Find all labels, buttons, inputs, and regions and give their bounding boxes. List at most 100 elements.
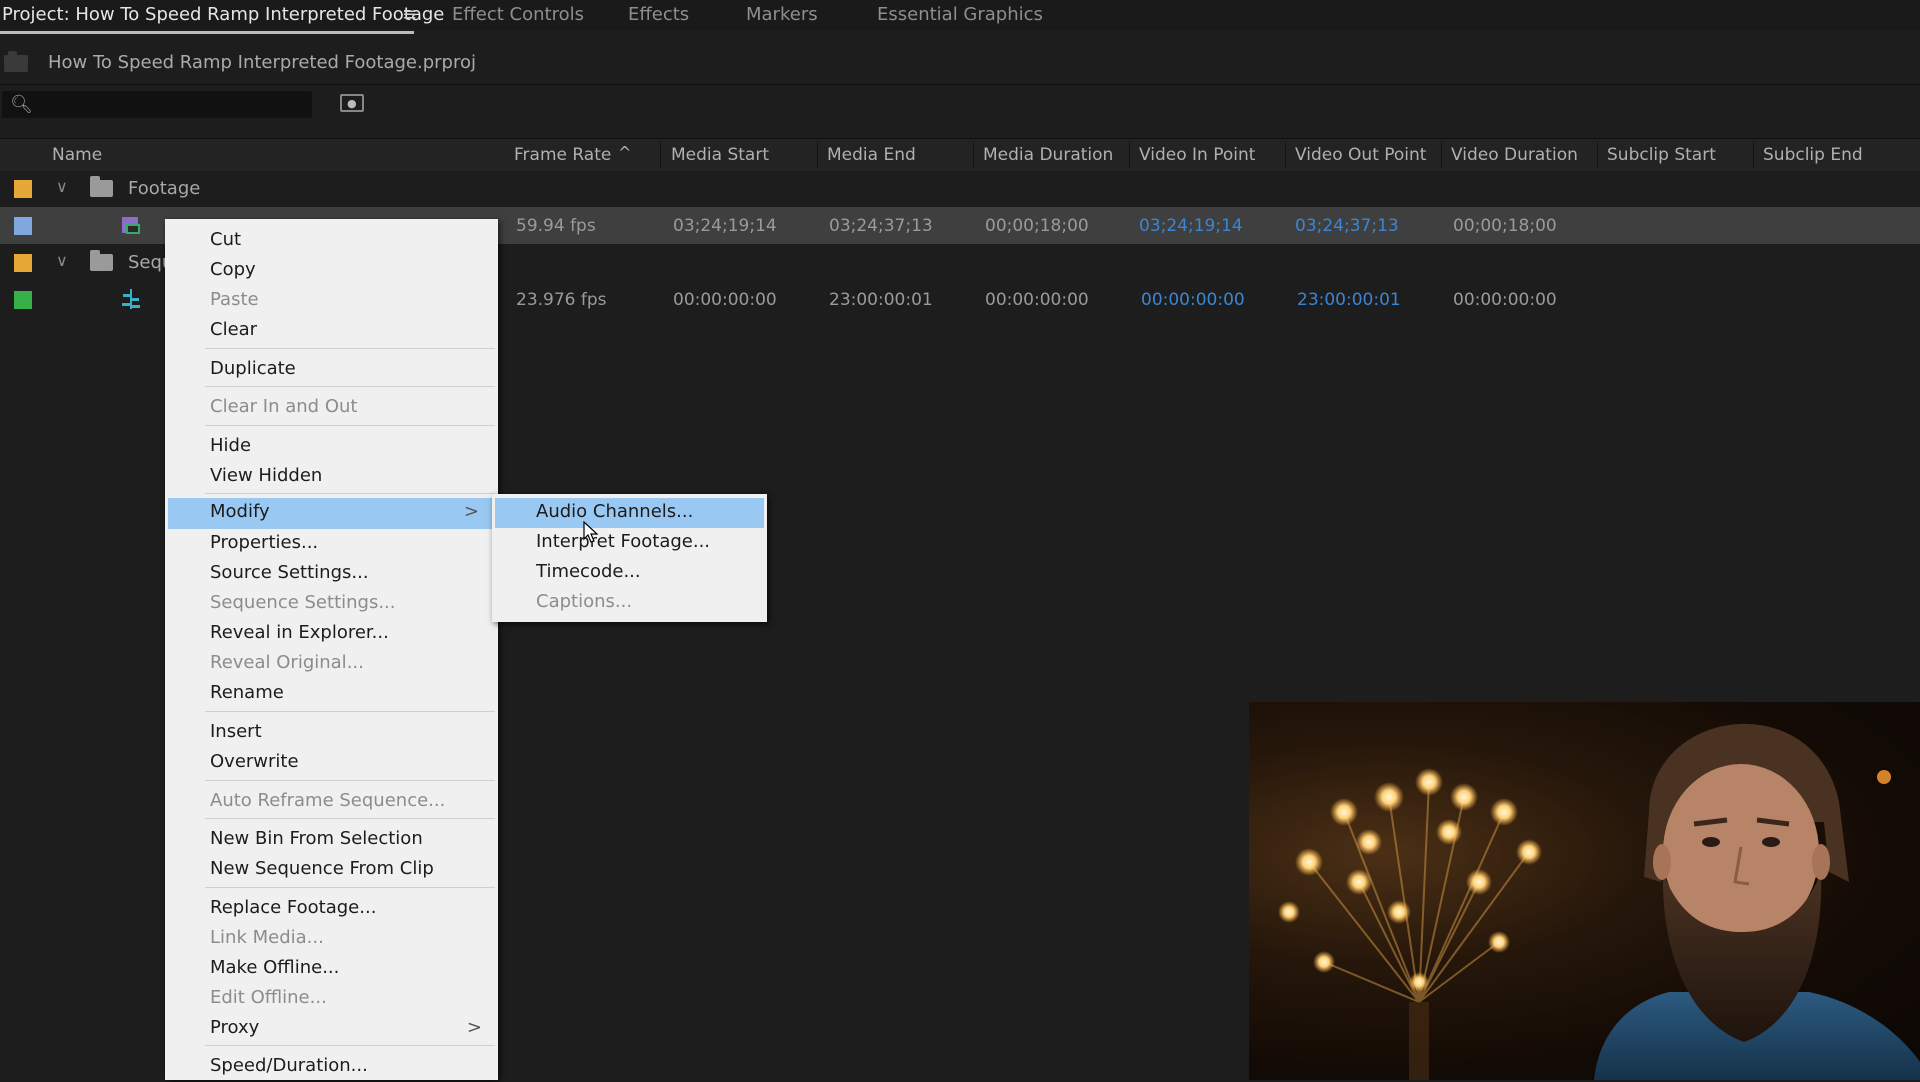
table-row[interactable]: ∨ Footage bbox=[0, 170, 1920, 207]
menu-item-edit-offline: Edit Offline... bbox=[165, 984, 498, 1014]
media-duration-value: 00:00:00:00 bbox=[985, 290, 1089, 310]
label-color-swatch[interactable] bbox=[14, 254, 32, 272]
column-divider[interactable] bbox=[973, 142, 974, 168]
column-video-out-point[interactable]: Video Out Point bbox=[1295, 145, 1426, 165]
video-out-point-value[interactable]: 03;24;37;13 bbox=[1295, 216, 1399, 236]
menu-item-duplicate[interactable]: Duplicate bbox=[165, 355, 498, 385]
tab-markers[interactable]: Markers bbox=[746, 4, 818, 25]
frame-rate-value: 59.94 fps bbox=[516, 216, 596, 236]
menu-item-clear[interactable]: Clear bbox=[165, 316, 498, 346]
menu-item-reveal-in-explorer[interactable]: Reveal in Explorer... bbox=[165, 619, 498, 649]
column-media-duration[interactable]: Media Duration bbox=[983, 145, 1113, 165]
menu-item-label: Replace Footage... bbox=[210, 897, 377, 918]
tab-essential-graphics[interactable]: Essential Graphics bbox=[877, 4, 1043, 25]
menu-separator bbox=[205, 425, 495, 426]
menu-item-label: Modify bbox=[210, 501, 270, 522]
menu-separator bbox=[205, 711, 495, 712]
clip-icon bbox=[122, 217, 140, 234]
menu-item-speed-duration[interactable]: Speed/Duration... bbox=[165, 1052, 498, 1082]
column-subclip-end[interactable]: Subclip End bbox=[1763, 145, 1863, 165]
menu-item-insert[interactable]: Insert bbox=[165, 718, 498, 748]
label-color-swatch[interactable] bbox=[14, 180, 32, 198]
column-divider[interactable] bbox=[1285, 142, 1286, 168]
submenu-item-captions: Captions... bbox=[492, 588, 767, 618]
video-in-point-value[interactable]: 03;24;19;14 bbox=[1139, 216, 1243, 236]
media-end-value: 03;24;37;13 bbox=[829, 216, 933, 236]
menu-item-label: Properties... bbox=[210, 532, 319, 553]
panel-tab-bar: Project: How To Speed Ramp Interpreted F… bbox=[0, 0, 1920, 30]
menu-item-replace-footage[interactable]: Replace Footage... bbox=[165, 894, 498, 924]
menu-item-paste: Paste bbox=[165, 286, 498, 316]
menu-item-make-offline[interactable]: Make Offline... bbox=[165, 954, 498, 984]
menu-item-copy[interactable]: Copy bbox=[165, 256, 498, 286]
column-divider[interactable] bbox=[660, 142, 661, 168]
menu-item-new-sequence-from-clip[interactable]: New Sequence From Clip bbox=[165, 855, 498, 885]
column-divider[interactable] bbox=[1441, 142, 1442, 168]
column-video-duration[interactable]: Video Duration bbox=[1451, 145, 1578, 165]
video-out-point-value[interactable]: 23:00:00:01 bbox=[1297, 290, 1401, 310]
menu-item-rename[interactable]: Rename bbox=[165, 679, 498, 709]
menu-separator bbox=[205, 780, 495, 781]
label-color-swatch[interactable] bbox=[14, 217, 32, 235]
menu-item-label: View Hidden bbox=[210, 465, 323, 486]
label-color-swatch[interactable] bbox=[14, 291, 32, 309]
active-tab-indicator bbox=[0, 31, 414, 34]
column-divider[interactable] bbox=[1129, 142, 1130, 168]
column-video-in-point[interactable]: Video In Point bbox=[1139, 145, 1255, 165]
menu-item-label: Source Settings... bbox=[210, 562, 369, 583]
column-divider[interactable] bbox=[817, 142, 818, 168]
menu-item-modify[interactable]: Modify > bbox=[168, 498, 495, 529]
menu-item-view-hidden[interactable]: View Hidden bbox=[165, 462, 498, 492]
menu-item-overwrite[interactable]: Overwrite bbox=[165, 748, 498, 778]
menu-item-properties[interactable]: Properties... bbox=[165, 529, 498, 559]
menu-item-label: Audio Channels... bbox=[536, 501, 694, 522]
menu-item-label: Auto Reframe Sequence... bbox=[210, 790, 446, 811]
submenu-item-interpret-footage[interactable]: Interpret Footage... bbox=[492, 528, 767, 558]
submenu-item-audio-channels[interactable]: Audio Channels... bbox=[495, 498, 764, 528]
submenu-item-timecode[interactable]: Timecode... bbox=[492, 558, 767, 588]
project-folder-icon bbox=[4, 51, 28, 72]
column-media-start[interactable]: Media Start bbox=[671, 145, 769, 165]
menu-item-link-media: Link Media... bbox=[165, 924, 498, 954]
menu-item-label: Rename bbox=[210, 682, 284, 703]
column-name[interactable]: Name bbox=[52, 145, 102, 165]
new-search-bin-icon[interactable]: ● bbox=[340, 94, 364, 112]
chevron-right-icon: > bbox=[466, 1017, 482, 1038]
menu-item-label: Clear bbox=[210, 319, 258, 340]
menu-separator bbox=[205, 887, 495, 888]
column-divider[interactable] bbox=[1753, 142, 1754, 168]
menu-item-proxy[interactable]: Proxy > bbox=[165, 1014, 498, 1044]
column-header-row: Name Frame Rate ^ Media Start Media End … bbox=[0, 138, 1920, 171]
menu-item-cut[interactable]: Cut bbox=[165, 226, 498, 256]
menu-item-new-bin-from-selection[interactable]: New Bin From Selection bbox=[165, 825, 498, 855]
sort-ascending-icon[interactable]: ^ bbox=[618, 143, 631, 162]
chevron-down-icon[interactable]: ∨ bbox=[56, 177, 68, 196]
menu-item-hide[interactable]: Hide bbox=[165, 432, 498, 462]
project-file-name: How To Speed Ramp Interpreted Footage.pr… bbox=[48, 52, 476, 73]
menu-item-label: Copy bbox=[210, 259, 256, 280]
panel-menu-icon[interactable]: ≡ bbox=[402, 4, 417, 25]
menu-item-sequence-settings: Sequence Settings... bbox=[165, 589, 498, 619]
column-divider[interactable] bbox=[1597, 142, 1598, 168]
menu-item-label: Interpret Footage... bbox=[536, 531, 711, 552]
video-in-point-value[interactable]: 00:00:00:00 bbox=[1141, 290, 1245, 310]
menu-item-label: Hide bbox=[210, 435, 252, 456]
menu-item-label: Proxy bbox=[210, 1017, 260, 1038]
menu-separator bbox=[205, 386, 495, 387]
menu-separator bbox=[205, 1045, 495, 1046]
menu-item-label: Reveal Original... bbox=[210, 652, 364, 673]
menu-item-clear-in-and-out: Clear In and Out bbox=[165, 393, 498, 423]
column-frame-rate[interactable]: Frame Rate bbox=[514, 145, 611, 165]
menu-item-label: Reveal in Explorer... bbox=[210, 622, 389, 643]
chevron-down-icon[interactable]: ∨ bbox=[56, 251, 68, 270]
tab-project[interactable]: Project: How To Speed Ramp Interpreted F… bbox=[2, 4, 444, 25]
column-subclip-start[interactable]: Subclip Start bbox=[1607, 145, 1716, 165]
menu-item-label: Link Media... bbox=[210, 927, 324, 948]
search-input[interactable] bbox=[2, 91, 312, 118]
video-duration-value: 00;00;18;00 bbox=[1453, 216, 1557, 236]
tab-effect-controls[interactable]: Effect Controls bbox=[452, 4, 584, 25]
tab-effects[interactable]: Effects bbox=[628, 4, 689, 25]
menu-item-source-settings[interactable]: Source Settings... bbox=[165, 559, 498, 589]
webcam-overlay bbox=[1249, 702, 1920, 1080]
column-media-end[interactable]: Media End bbox=[827, 145, 916, 165]
